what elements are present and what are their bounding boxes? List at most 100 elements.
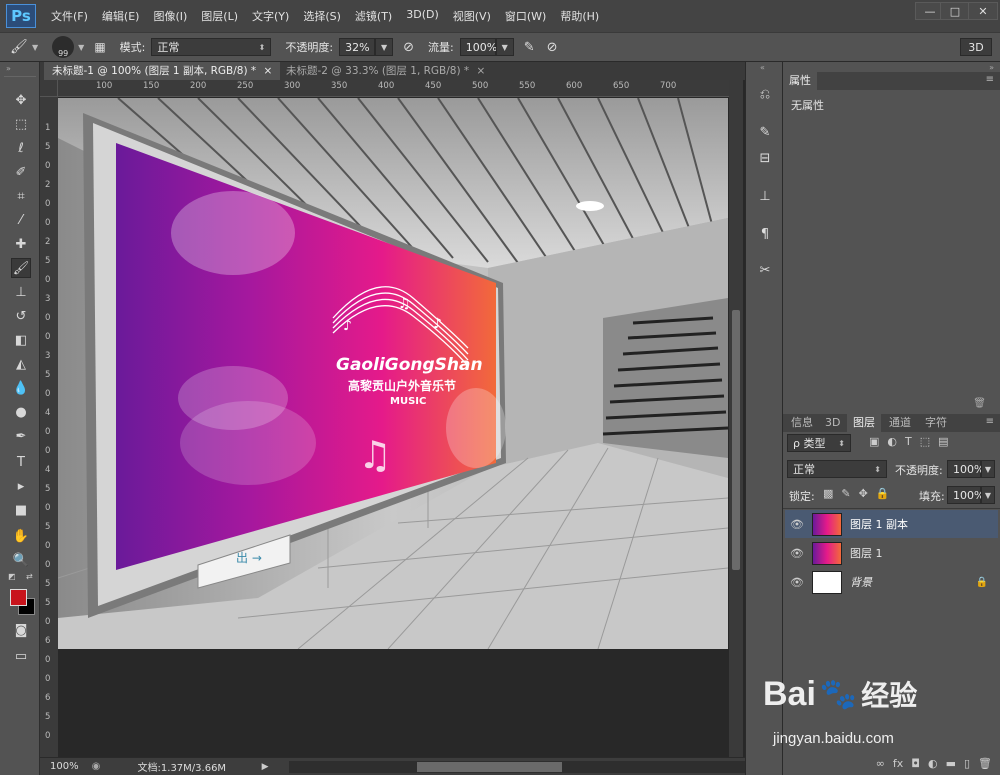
clone-source-icon[interactable]: ⊥ bbox=[755, 186, 775, 206]
screen-mode-icon[interactable]: ▭ bbox=[11, 646, 31, 666]
clone-stamp-tool-icon[interactable]: ⊥ bbox=[11, 282, 31, 302]
scrollbar-thumb[interactable] bbox=[732, 310, 740, 570]
pixel-filter-icon[interactable]: ▣ bbox=[869, 435, 879, 448]
layer-row-1[interactable]: 👁 图层 1 bbox=[785, 539, 998, 567]
panel-menu-icon[interactable]: ≡ bbox=[986, 416, 994, 427]
type-tool-icon[interactable]: T bbox=[11, 452, 31, 472]
paint-bucket-tool-icon[interactable]: ◭ bbox=[11, 354, 31, 374]
marquee-tool-icon[interactable]: ⬚ bbox=[11, 114, 31, 134]
eraser-tool-icon[interactable]: ◧ bbox=[11, 330, 31, 350]
horizontal-scrollbar[interactable] bbox=[288, 760, 745, 773]
fx-icon[interactable]: fx bbox=[893, 757, 903, 770]
zoom-level[interactable]: 100% bbox=[50, 761, 92, 772]
lock-all-icon[interactable]: 🔒 bbox=[876, 487, 890, 500]
menu-item[interactable]: 帮助(H) bbox=[553, 8, 606, 24]
menu-item[interactable]: 编辑(E) bbox=[95, 8, 147, 24]
layer-row-copy[interactable]: 👁 图层 1 副本 bbox=[785, 510, 998, 538]
tab-info[interactable]: 信息 bbox=[785, 414, 819, 432]
close-icon[interactable]: × bbox=[264, 65, 273, 77]
menu-item[interactable]: 文件(F) bbox=[44, 8, 95, 24]
lock-pixels-icon[interactable]: ✎ bbox=[841, 487, 850, 500]
lock-position-icon[interactable]: ✥ bbox=[859, 487, 868, 500]
tab-channels[interactable]: 通道 bbox=[883, 414, 917, 432]
adjustment-filter-icon[interactable]: ◐ bbox=[887, 435, 897, 448]
mode-select[interactable]: 正常 ⬍ bbox=[151, 38, 272, 56]
scrollbar-thumb[interactable] bbox=[416, 761, 562, 772]
brush-size-picker[interactable]: 99 bbox=[52, 36, 75, 58]
menu-item[interactable]: 文字(Y) bbox=[245, 8, 296, 24]
brush-presets-icon[interactable]: ✎ bbox=[755, 122, 775, 142]
delete-layer-icon[interactable]: 🗑 bbox=[978, 757, 992, 770]
panel-menu-icon[interactable]: ≡ bbox=[986, 74, 994, 85]
blend-mode-select[interactable]: 正常 ⬍ bbox=[787, 460, 887, 478]
menu-item[interactable]: 选择(S) bbox=[296, 8, 348, 24]
opacity-input[interactable]: 32% bbox=[339, 38, 376, 56]
pressure-size-icon[interactable]: ⊘ bbox=[547, 40, 558, 55]
menu-item[interactable]: 滤镜(T) bbox=[348, 8, 399, 24]
close-icon[interactable]: × bbox=[477, 65, 486, 77]
healing-brush-tool-icon[interactable]: ✚ bbox=[11, 234, 31, 254]
brush-panel-icon[interactable]: ▦ bbox=[94, 40, 105, 54]
layer-filter-select[interactable]: ρ 类型 ⬍ bbox=[787, 434, 851, 452]
visibility-eye-icon[interactable]: 👁 bbox=[785, 518, 809, 531]
quick-mask-icon[interactable]: ◙ bbox=[11, 620, 31, 640]
vertical-scrollbar[interactable] bbox=[729, 80, 743, 757]
pressure-opacity-icon[interactable]: ⊘ bbox=[403, 40, 414, 55]
paragraph-icon[interactable]: ¶ bbox=[755, 224, 775, 244]
visibility-eye-icon[interactable]: 👁 bbox=[785, 547, 809, 560]
trash-icon[interactable]: 🗑 bbox=[973, 398, 986, 409]
adjustments-icon[interactable]: ⊟ bbox=[755, 148, 775, 168]
collapse-arrows-icon[interactable]: » bbox=[6, 64, 11, 73]
tab-properties[interactable]: 属性 bbox=[783, 72, 817, 90]
opacity-dropdown-button[interactable]: ▼ bbox=[375, 38, 394, 56]
status-menu-arrow-icon[interactable]: ▶ bbox=[262, 762, 269, 772]
menu-item[interactable]: 视图(V) bbox=[446, 8, 498, 24]
menu-item[interactable]: 3D(D) bbox=[399, 8, 446, 24]
type-filter-icon[interactable]: T bbox=[905, 435, 912, 448]
mask-icon[interactable]: ◘ bbox=[911, 757, 920, 770]
layer-opacity-dropdown[interactable]: ▼ bbox=[981, 460, 995, 478]
default-colors-icon[interactable]: ◩ bbox=[8, 572, 16, 581]
lasso-tool-icon[interactable]: ℓ bbox=[11, 138, 31, 158]
quick-select-tool-icon[interactable]: ✐ bbox=[11, 162, 31, 182]
fill-input[interactable]: 100% bbox=[947, 486, 984, 504]
dodge-tool-icon[interactable]: ● bbox=[11, 402, 31, 422]
crop-tool-icon[interactable]: ⌗ bbox=[11, 186, 31, 206]
tab-layers[interactable]: 图层 bbox=[847, 414, 881, 432]
swap-colors-icon[interactable]: ⇄ bbox=[26, 572, 33, 581]
history-brush-tool-icon[interactable]: ↺ bbox=[11, 306, 31, 326]
adjustment-layer-icon[interactable]: ◐ bbox=[928, 757, 938, 770]
airbrush-icon[interactable]: ✎ bbox=[524, 40, 535, 55]
fill-dropdown[interactable]: ▼ bbox=[981, 486, 995, 504]
tool-presets-icon[interactable]: ✂ bbox=[755, 260, 775, 280]
menu-item[interactable]: 图层(L) bbox=[194, 8, 245, 24]
canvas[interactable]: ♪ ♫ ♪ ♫ GaoliGongShan 高黎贡山户外音乐节 MUSIC 出 … bbox=[58, 98, 728, 649]
hand-tool-icon[interactable]: ✋ bbox=[11, 526, 31, 546]
tool-preset-dropdown-icon[interactable]: ▼ bbox=[32, 43, 38, 52]
workspace-switcher[interactable]: 3D bbox=[960, 38, 992, 56]
foreground-color-swatch[interactable] bbox=[10, 589, 27, 606]
maximize-button[interactable]: □ bbox=[940, 2, 970, 20]
blur-tool-icon[interactable]: 💧 bbox=[11, 378, 31, 398]
brush-tool-icon[interactable]: 🖌 bbox=[11, 258, 31, 278]
flow-input[interactable]: 100% bbox=[459, 38, 497, 56]
lock-transparency-icon[interactable]: ▩ bbox=[823, 487, 833, 500]
brush-tool-icon[interactable]: 🖌 bbox=[10, 39, 32, 55]
eyedropper-tool-icon[interactable]: ⁄ bbox=[11, 210, 31, 230]
new-layer-icon[interactable]: ▯ bbox=[964, 757, 970, 770]
chevron-down-icon[interactable]: ▼ bbox=[78, 43, 84, 52]
pen-tool-icon[interactable]: ✒ bbox=[11, 426, 31, 446]
flow-dropdown-button[interactable]: ▼ bbox=[495, 38, 514, 56]
layer-opacity-input[interactable]: 100% bbox=[947, 460, 984, 478]
visibility-eye-icon[interactable]: 👁 bbox=[785, 576, 809, 589]
status-options-icon[interactable]: ◉ bbox=[92, 761, 110, 772]
rectangle-tool-icon[interactable]: ■ bbox=[11, 500, 31, 520]
tab-document-2[interactable]: 未标题-2 @ 33.3% (图层 1, RGB/8) * × bbox=[278, 62, 493, 80]
tab-document-1[interactable]: 未标题-1 @ 100% (图层 1 副本, RGB/8) * × bbox=[44, 62, 281, 80]
tab-3d[interactable]: 3D bbox=[819, 414, 846, 432]
link-layers-icon[interactable]: ∞ bbox=[876, 757, 885, 770]
history-panel-icon[interactable]: ⎌ bbox=[755, 84, 775, 104]
collapse-arrows-icon[interactable]: « bbox=[760, 63, 765, 72]
close-button[interactable]: ✕ bbox=[968, 2, 998, 20]
tab-character[interactable]: 字符 bbox=[919, 414, 953, 432]
